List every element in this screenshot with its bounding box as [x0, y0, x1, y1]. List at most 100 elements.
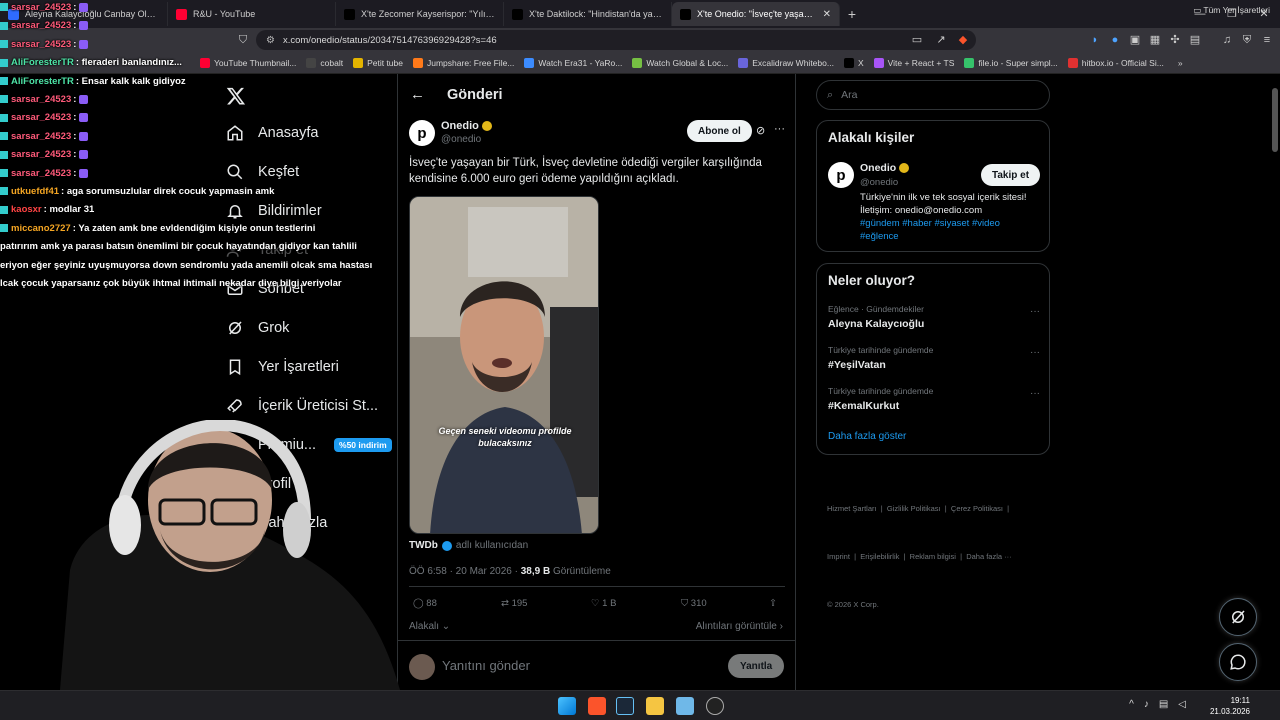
follow-button[interactable]: Takip et	[981, 164, 1041, 186]
source-name[interactable]: TWDb	[409, 540, 438, 551]
sidebar-toggle-icon[interactable]: ▤	[1188, 33, 1202, 47]
grok-float-button[interactable]	[1219, 598, 1257, 636]
repost-count: 195	[511, 598, 528, 609]
nav-grok[interactable]: Grok	[226, 319, 289, 337]
person-bio-tags[interactable]: #gündem #haber #siyaset #video #eğlence	[860, 217, 1040, 243]
chat-username: AliForesterTR	[11, 57, 74, 69]
person-name[interactable]: Onedio	[860, 162, 896, 174]
chat-username: utkuefdf41	[11, 186, 60, 197]
network-icon[interactable]: ▤	[1159, 699, 1178, 710]
steam-taskbar-icon[interactable]	[616, 697, 634, 715]
vpn-icon[interactable]: ⛨	[1240, 33, 1254, 47]
trend-more-icon[interactable]: ···	[1030, 347, 1040, 358]
volume-icon[interactable]: ◁	[1178, 699, 1196, 710]
extension-icon-2[interactable]: ▦	[1148, 33, 1162, 47]
tray-overflow-icon[interactable]: ^	[1129, 699, 1144, 710]
brave-shield-icon[interactable]: ◆	[956, 33, 970, 47]
author-block: Onedio @onedio	[441, 120, 492, 145]
show-more-link[interactable]: Daha fazla göster	[828, 431, 906, 442]
my-avatar[interactable]	[409, 654, 435, 680]
photos-taskbar-icon[interactable]	[676, 697, 694, 715]
like-action[interactable]: ♡ 1 B	[591, 598, 616, 609]
view-quotes-link[interactable]: Alıntıları görüntüle ›	[696, 621, 783, 632]
start-windows-icon[interactable]	[558, 697, 576, 715]
new-tab-button[interactable]: +	[840, 6, 864, 22]
nav-bookmarks[interactable]: Yer İşaretleri	[226, 358, 339, 376]
share-icon[interactable]: ↗	[934, 33, 948, 47]
relevant-people-card: Alakalı kişiler p Onedio @onedio Takip e…	[816, 120, 1050, 252]
bookmarks-overflow-icon[interactable]: »	[1178, 58, 1183, 68]
bookmark-item[interactable]: Jumpshare: Free File...	[413, 57, 514, 68]
share-post-icon[interactable]: ⇪	[769, 598, 777, 609]
messages-float-button[interactable]	[1219, 643, 1257, 681]
back-arrow-icon[interactable]: ←	[410, 86, 425, 103]
search-box[interactable]: ⌕ Ara	[816, 80, 1050, 110]
reply-action[interactable]: ◯ 88	[413, 598, 437, 609]
browser-tab[interactable]: X'te Onedio: "İsveç'te yaşayan ✕	[672, 2, 840, 26]
repost-action[interactable]: ⇄ 195	[501, 598, 527, 609]
page-scrollbar[interactable]	[1272, 88, 1278, 152]
search-placeholder: Ara	[841, 89, 858, 101]
footer-line-2[interactable]: Imprint | Erişilebilirlik | Reklam bilgi…	[827, 549, 1012, 565]
chat-message: sarsar_24523:	[0, 94, 89, 105]
all-bookmarks-folder[interactable]: ▭ Tüm Yer İşaretleri	[1193, 5, 1270, 16]
cast-icon[interactable]: ▭	[910, 33, 924, 47]
subscribe-button[interactable]: Abone ol	[687, 120, 752, 142]
close-tab-icon[interactable]: ✕	[823, 9, 831, 20]
author-name[interactable]: Onedio	[441, 120, 479, 132]
trend-more-icon[interactable]: ···	[1030, 388, 1040, 399]
extension-icon-1[interactable]: ▣	[1128, 33, 1142, 47]
bookmark-label: Watch Global & Loc...	[646, 57, 729, 68]
grok-explain-icon[interactable]: ⊘	[756, 124, 765, 137]
trend-name: #KemalKurkut	[828, 400, 900, 412]
bookmark-item[interactable]: Vite + React + TS	[873, 57, 954, 68]
post-video[interactable]: Geçen seneki videomu profilde bulacaksın…	[409, 196, 599, 534]
chat-bubble-icon	[1230, 654, 1246, 670]
right-sidebar: ⌕ Ara Alakalı kişiler p Onedio @onedio T…	[816, 74, 1056, 690]
brave-taskbar-icon[interactable]	[588, 697, 606, 715]
chat-badge-icon	[0, 58, 8, 67]
author-handle[interactable]: @onedio	[441, 134, 492, 145]
post-more-icon[interactable]: ···	[774, 123, 785, 135]
bookmark-action[interactable]: ⛉ 310	[681, 598, 707, 609]
bookmark-item[interactable]: Watch Global & Loc...	[632, 57, 729, 68]
chat-emote-icon	[79, 94, 89, 104]
trend-more-icon[interactable]: ···	[1030, 306, 1040, 317]
browser-tab[interactable]: X'te Daktilock: "Hindistan'da yalnızca	[504, 2, 672, 26]
chat-text: fleraderi banlandınız...	[81, 57, 182, 69]
bookmark-item[interactable]: hitbox.io - Official Si...	[1067, 57, 1164, 68]
obs-taskbar-icon[interactable]	[706, 697, 724, 715]
post-time[interactable]: ÖÖ 6:58 · 20 Mar 2026 ·	[409, 566, 518, 577]
bookmark-item[interactable]: Excalidraw Whitebo...	[738, 57, 834, 68]
bookmark-item[interactable]: X	[843, 57, 864, 68]
menu-icon[interactable]: ≡	[1260, 33, 1274, 47]
chat-username: miccano2727	[11, 222, 71, 234]
bookmark-icon	[229, 359, 241, 376]
trend-item[interactable]: Türkiye tarihinde gündemde #YeşilVatan ···	[828, 345, 1040, 379]
microphone-icon[interactable]: ♪	[1144, 699, 1159, 710]
trend-item[interactable]: Eğlence · Gündemdekiler Aleyna Kalaycıoğl…	[828, 304, 1040, 338]
bookmark-item[interactable]: file.io - Super simpl...	[964, 57, 1058, 68]
post-actions: ◯ 88 ⇄ 195 ♡ 1 B ⛉ 310 ⇪	[409, 598, 785, 614]
extensions-puzzle-icon[interactable]: ✣	[1168, 33, 1182, 47]
footer-line-1[interactable]: Hizmet Şartları | Gizlilik Politikası | …	[827, 501, 1012, 517]
extension-s-icon[interactable]: ●	[1108, 33, 1122, 47]
chat-message: sarsar_24523:	[0, 112, 89, 123]
author-avatar[interactable]: p	[409, 120, 435, 146]
person-handle[interactable]: @onedio	[860, 177, 898, 188]
file-explorer-icon[interactable]	[646, 697, 664, 715]
bookmark-item[interactable]: Watch Era31 - YaRo...	[524, 57, 622, 68]
reply-input[interactable]: Yanıtını gönder	[442, 658, 530, 673]
taskbar-clock[interactable]: 19:11 21.03.2026	[1210, 695, 1250, 717]
views-label: Görüntüleme	[552, 566, 611, 577]
bookmark-favicon-icon	[413, 57, 423, 68]
trend-item[interactable]: Türkiye tarihinde gündemde #KemalKurkut ··…	[828, 386, 1040, 420]
person-avatar[interactable]: p	[828, 162, 854, 188]
media-icon[interactable]: ♫	[1220, 33, 1234, 47]
nav-creator-studio[interactable]: İçerik Üreticisi St...	[226, 397, 378, 415]
reply-button[interactable]: Yanıtla	[728, 654, 785, 678]
chat-badge-icon	[0, 40, 8, 49]
search-icon: ⌕	[827, 88, 834, 101]
relevant-dropdown[interactable]: Alakalı ⌄	[409, 621, 450, 632]
extension-audio-icon[interactable]: ◗	[1088, 33, 1102, 47]
